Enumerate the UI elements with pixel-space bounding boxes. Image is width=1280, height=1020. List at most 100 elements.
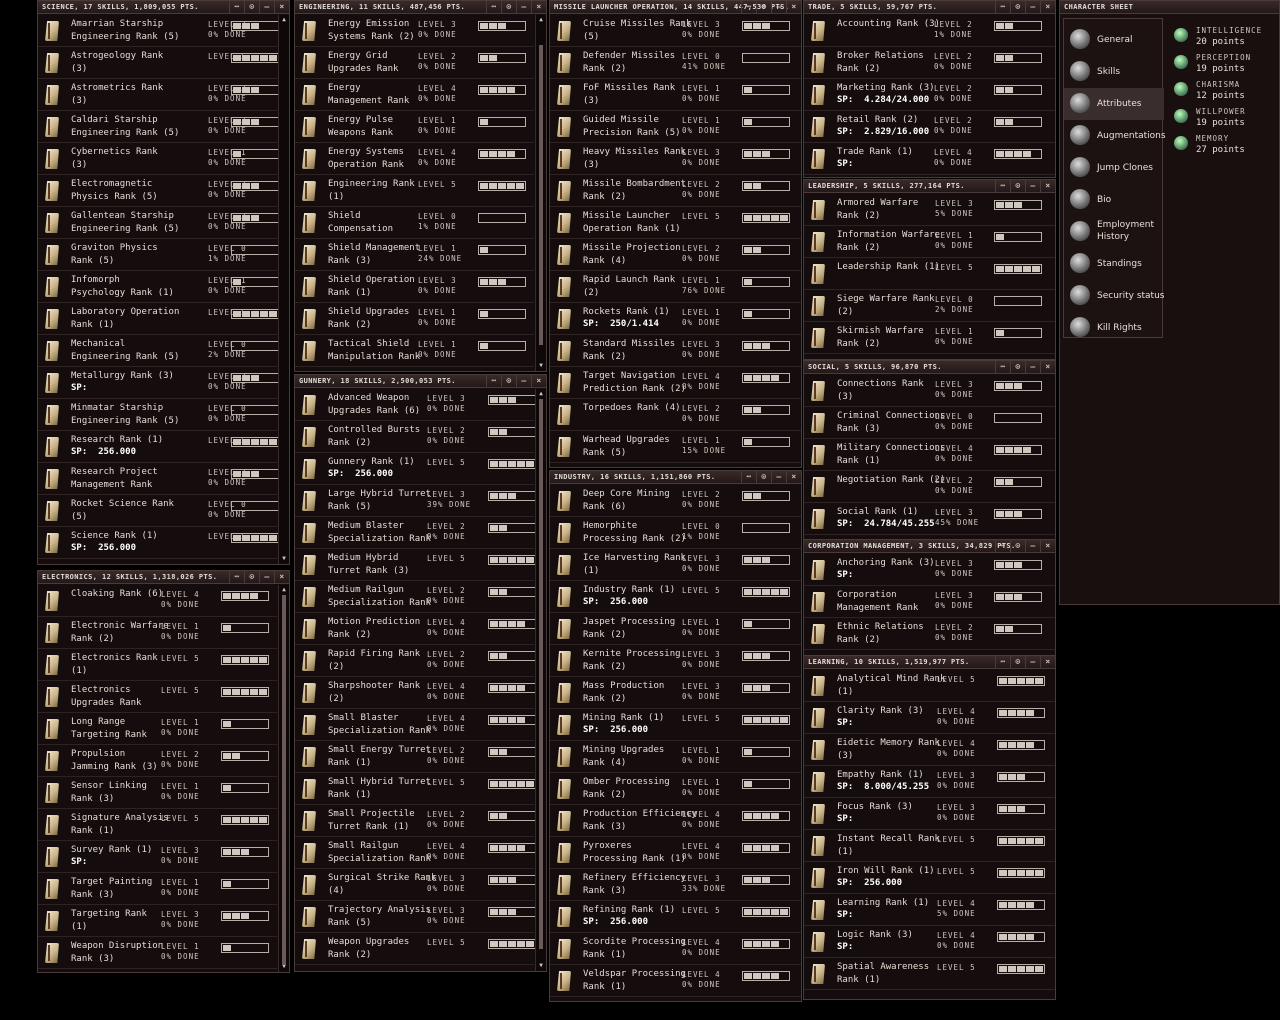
minimize-button[interactable]: – (1025, 656, 1040, 669)
scrollbar[interactable]: ▲ ▼ (278, 15, 289, 564)
menu-item-augmentations[interactable]: Augmentations (1064, 120, 1166, 152)
minimize-button[interactable]: – (1025, 180, 1040, 193)
skill-row[interactable]: Energy Pulse Weapons Rank LEVEL 1 0% DONE (295, 111, 534, 143)
skill-window-engineering[interactable]: ENGINEERING, 11 SKILLS, 487,456 PTS. ⋯ ⊙ – ×… (294, 0, 547, 372)
skill-row[interactable]: Siege Warfare Rank (2) LEVEL 0 2% DONE (804, 290, 1055, 322)
skill-window-learning[interactable]: LEARNING, 10 SKILLS, 1,519,977 PTS. ⋯ ⊙ – × A… (803, 655, 1056, 1000)
scroll-thumb[interactable] (282, 595, 286, 965)
skill-row[interactable]: Astrogeology Rank (3) LEVEL 5 (38, 47, 279, 79)
scrollbar[interactable]: ▲ ▼ (535, 15, 546, 371)
pin-icon[interactable]: ⊙ (1010, 1, 1025, 14)
menu-item-standings[interactable]: Standings (1064, 248, 1164, 280)
skill-window-electronics[interactable]: ELECTRONICS, 12 SKILLS, 1,318,026 PTS. ⋯ ⊙… (37, 570, 290, 973)
close-button[interactable]: × (274, 1, 289, 14)
skill-window-leadership[interactable]: LEADERSHIP, 5 SKILLS, 277,164 PTS. ⋯ ⊙ – × Ar… (803, 179, 1056, 360)
skill-row[interactable]: Sensor Linking Rank (3) LEVEL 1 0% DONE (38, 777, 277, 809)
skill-row[interactable]: Small Blaster Specialization Rank LEVEL 4… (295, 709, 536, 741)
skill-row[interactable]: Military Connections Rank (1) LEVEL 4 0% … (804, 439, 1055, 471)
menu-item-bio[interactable]: Bio (1064, 184, 1164, 216)
menu-item-attributes[interactable]: Attributes (1064, 88, 1164, 120)
skill-row[interactable]: Logic Rank (3) SP: LEVEL 4 0% DONE (804, 926, 1055, 958)
close-button[interactable]: × (531, 1, 546, 14)
skill-row[interactable]: Graviton Physics Rank (5) LEVEL 0 1% DONE (38, 239, 279, 271)
scroll-thumb[interactable] (539, 399, 543, 949)
skill-row[interactable]: Sharpshooter Rank (2) LEVEL 4 0% DONE (295, 677, 536, 709)
skill-row[interactable]: Missile Bombardment Rank (2) LEVEL 2 0% D… (550, 175, 801, 207)
scroll-down-icon[interactable]: ▼ (537, 362, 545, 370)
close-button[interactable]: × (1040, 1, 1055, 14)
skill-row[interactable]: Veldspar Processing Rank (1) LEVEL 4 0% D… (550, 965, 801, 997)
pin-icon[interactable]: ⊙ (1010, 180, 1025, 193)
skill-row[interactable]: Trajectory Analysis Rank (5) LEVEL 3 0% D… (295, 901, 536, 933)
menu-item-security-status[interactable]: Security status (1064, 280, 1164, 312)
skill-row[interactable]: Electronics Upgrades Rank LEVEL 5 (38, 681, 277, 713)
skill-row[interactable]: Tactical Shield Manipulation Rank LEVEL 1… (295, 335, 534, 367)
skill-row[interactable]: Instant Recall Rank (1) LEVEL 5 (804, 830, 1055, 862)
skill-row[interactable]: Cruise Missiles Rank (5) LEVEL 3 0% DONE (550, 15, 801, 47)
skill-row[interactable]: Refinery Efficiency Rank (3) LEVEL 3 33% … (550, 869, 801, 901)
skill-row[interactable]: Rapid Firing Rank (2) LEVEL 2 0% DONE (295, 645, 536, 677)
skill-window-gunnery[interactable]: GUNNERY, 18 SKILLS, 2,500,053 PTS. ⋯ ⊙ – × Ad… (294, 374, 547, 972)
skill-row[interactable]: Corporation Management Rank LEVEL 3 0% DO… (804, 586, 1055, 618)
skill-window-missile[interactable]: MISSILE LAUNCHER OPERATION, 14 SKILLS, 4… (549, 0, 802, 468)
pin-icon[interactable]: ⊙ (244, 1, 259, 14)
minimize-button[interactable]: – (1025, 540, 1040, 553)
skill-row[interactable]: Social Rank (1) SP: 24.784/45.255 LEVEL 3 … (804, 503, 1055, 535)
menu-icon[interactable]: ⋯ (995, 361, 1010, 374)
skill-row[interactable]: Engineering Rank (1) LEVEL 5 (295, 175, 534, 207)
pin-icon[interactable]: ⊙ (1010, 540, 1025, 553)
skill-row[interactable]: Negotiation Rank (2) LEVEL 2 0% DONE (804, 471, 1055, 503)
skill-row[interactable]: Mechanical Engineering Rank (5) LEVEL 0 2… (38, 335, 279, 367)
skill-row[interactable]: Information Warfare Rank (2) LEVEL 1 0% D… (804, 226, 1055, 258)
skill-row[interactable]: Anchoring Rank (3) SP: LEVEL 3 0% DONE (804, 554, 1055, 586)
scroll-up-icon[interactable]: ▲ (280, 16, 288, 24)
menu-item-kill-rights[interactable]: Kill Rights (1064, 312, 1164, 344)
pin-icon[interactable]: ⊙ (501, 375, 516, 388)
close-button[interactable]: × (786, 1, 801, 14)
skill-row[interactable]: Gunnery Rank (1) SP: 256.000 LEVEL 5 (295, 453, 536, 485)
skill-row[interactable]: Warhead Upgrades Rank (5) LEVEL 1 15% DON… (550, 431, 801, 463)
skill-row[interactable]: Minmatar Starship Engineering Rank (5) LE… (38, 399, 279, 431)
skill-row[interactable]: Omber Processing Rank (2) LEVEL 1 0% DONE (550, 773, 801, 805)
skill-row[interactable]: Marketing Rank (3) SP: 4.284/24.000 LEVEL … (804, 79, 1055, 111)
skill-row[interactable]: Energy Grid Upgrades Rank LEVEL 2 0% DONE (295, 47, 534, 79)
skill-row[interactable]: Advanced Weapon Upgrades Rank (6) LEVEL 3… (295, 389, 536, 421)
scroll-up-icon[interactable]: ▲ (280, 586, 288, 594)
skill-row[interactable]: Electronics Rank (1) LEVEL 5 (38, 649, 277, 681)
menu-icon[interactable]: ⋯ (229, 571, 244, 584)
skill-row[interactable]: Mining Rank (1) SP: 256.000 LEVEL 5 (550, 709, 801, 741)
minimize-button[interactable]: – (1025, 361, 1040, 374)
scroll-down-icon[interactable]: ▼ (280, 555, 288, 563)
skill-row[interactable]: Pyroxeres Processing Rank (1) LEVEL 4 0% … (550, 837, 801, 869)
minimize-button[interactable]: – (771, 471, 786, 484)
skill-row[interactable]: Armored Warfare Rank (2) LEVEL 3 5% DONE (804, 194, 1055, 226)
skill-row[interactable]: Laboratory Operation Rank (1) LEVEL 5 (38, 303, 279, 335)
menu-icon[interactable]: ⋯ (995, 180, 1010, 193)
skill-row[interactable]: Shield Management Rank (3) LEVEL 1 24% DO… (295, 239, 534, 271)
skill-row[interactable]: Surgical Strike Rank (4) LEVEL 3 0% DONE (295, 869, 536, 901)
scroll-thumb[interactable] (539, 45, 543, 345)
skill-row[interactable]: Small Projectile Turret Rank (1) LEVEL 2 … (295, 805, 536, 837)
menu-icon[interactable]: ⋯ (995, 540, 1010, 553)
skill-row[interactable]: Missile Projection Rank (4) LEVEL 2 0% DO… (550, 239, 801, 271)
skill-row[interactable]: Cybernetics Rank (3) LEVEL 1 0% DONE (38, 143, 279, 175)
skill-row[interactable]: Analytical Mind Rank (1) LEVEL 5 (804, 670, 1055, 702)
scrollbar[interactable]: ▲ ▼ (535, 389, 546, 971)
skill-row[interactable]: Broker Relations Rank (2) LEVEL 2 0% DONE (804, 47, 1055, 79)
skill-row[interactable]: Ethnic Relations Rank (2) LEVEL 2 0% DONE (804, 618, 1055, 650)
menu-icon[interactable]: ⋯ (229, 1, 244, 14)
skill-row[interactable]: Iron Will Rank (1) SP: 256.000 LEVEL 5 (804, 862, 1055, 894)
pin-icon[interactable]: ⊙ (756, 1, 771, 14)
skill-row[interactable]: Controlled Bursts Rank (2) LEVEL 2 0% DON… (295, 421, 536, 453)
skill-row[interactable]: Small Hybrid Turret Rank (1) LEVEL 5 (295, 773, 536, 805)
close-button[interactable]: × (1040, 361, 1055, 374)
menu-icon[interactable]: ⋯ (486, 1, 501, 14)
skill-row[interactable]: Shield Upgrades Rank (2) LEVEL 1 0% DONE (295, 303, 534, 335)
skill-row[interactable]: Accounting Rank (3) LEVEL 2 1% DONE (804, 15, 1055, 47)
menu-icon[interactable]: ⋯ (741, 1, 756, 14)
menu-item-jump-clones[interactable]: Jump Clones (1064, 152, 1164, 184)
skill-row[interactable]: Target Painting Rank (3) LEVEL 1 0% DONE (38, 873, 277, 905)
menu-item-employment-history[interactable]: Employment History (1064, 216, 1164, 248)
skill-row[interactable]: Targeting Rank (1) LEVEL 3 0% DONE (38, 905, 277, 937)
skill-row[interactable]: Metallurgy Rank (3)SP:LEVEL 3 0% DONE (38, 367, 279, 399)
